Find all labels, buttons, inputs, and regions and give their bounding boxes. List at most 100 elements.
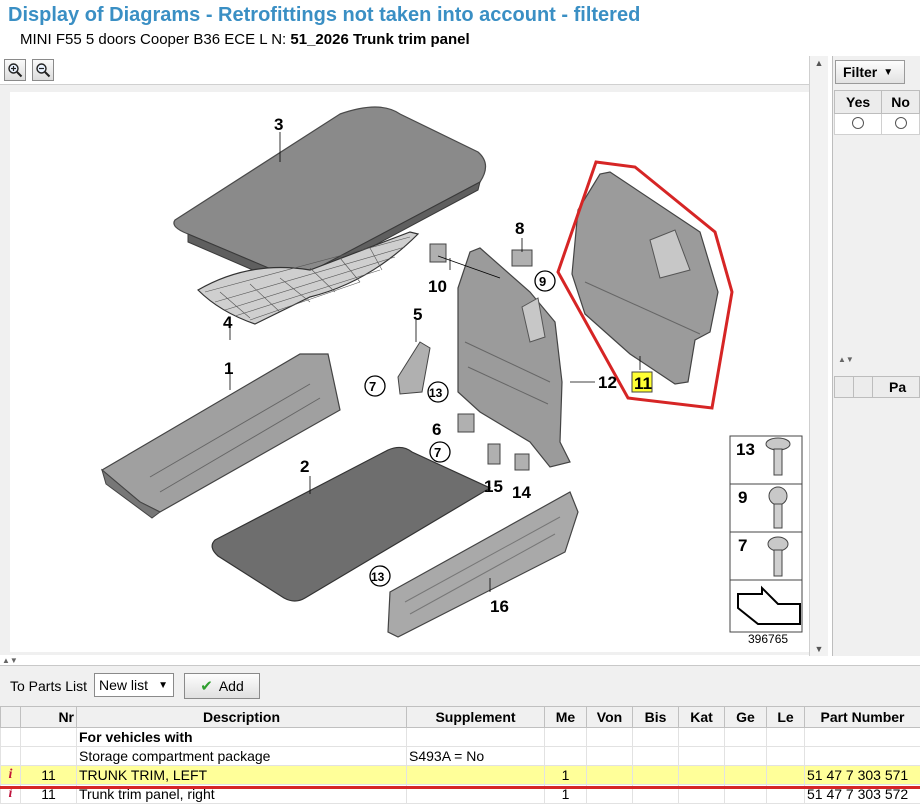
row-description: TRUNK TRIM, LEFT (76, 765, 407, 785)
parts-list-select[interactable]: New list ▼ (94, 673, 174, 697)
dropdown-arrow-icon: ▼ (158, 679, 168, 691)
col-info[interactable] (0, 706, 21, 728)
callout-8[interactable]: 8 (515, 219, 524, 238)
fastener-legend: 13 9 7 (729, 435, 803, 633)
part-11-trunk-trim-left[interactable] (556, 160, 734, 410)
add-button[interactable]: ✔ Add (184, 673, 260, 699)
circled-callout-13b[interactable]: 13 (369, 565, 391, 587)
row-supplement (406, 765, 545, 785)
circled-callout-9[interactable]: 9 (534, 270, 556, 292)
callout-15[interactable]: 15 (484, 477, 503, 496)
circled-callout-7a[interactable]: 7 (364, 375, 386, 397)
col-bis[interactable]: Bis (632, 706, 679, 728)
part-5-bracket[interactable] (397, 341, 431, 395)
diagram-name: 51_2026 Trunk trim panel (290, 31, 470, 48)
page-title: Display of Diagrams - Retrofittings not … (8, 4, 641, 26)
row-supplement: S493A = No (406, 746, 545, 766)
legend-label-7: 7 (738, 536, 747, 555)
filter-yes-radio[interactable] (852, 117, 865, 129)
part-10-clip[interactable] (429, 243, 447, 263)
action-bar: To Parts List New list ▼ ✔ Add (0, 665, 920, 708)
col-supplement[interactable]: Supplement (406, 706, 545, 728)
lower-panel-col: Pa (889, 379, 907, 395)
callout-2[interactable]: 2 (300, 457, 309, 476)
row-info (0, 746, 21, 766)
checkmark-icon: ✔ (200, 678, 213, 695)
callout-6[interactable]: 6 (432, 420, 441, 439)
callout-5[interactable]: 5 (413, 305, 422, 324)
table-row-selected[interactable]: i 11 TRUNK TRIM, LEFT 1 51 47 7 303 571 (0, 765, 920, 785)
to-parts-list-label: To Parts List (10, 678, 88, 694)
part-14-clip[interactable] (514, 453, 530, 471)
parts-table: Nr Description Supplement Me Von Bis Kat… (0, 706, 920, 804)
table-row[interactable]: For vehicles with (0, 727, 920, 747)
table-row[interactable]: Storage compartment package S493A = No (0, 746, 920, 766)
part-8-clip[interactable] (511, 249, 533, 267)
col-von[interactable]: Von (586, 706, 633, 728)
filter-col-yes: Yes (833, 90, 883, 114)
part-15-clip[interactable] (487, 443, 501, 465)
row-description: Storage compartment package (76, 746, 407, 766)
col-part-number[interactable]: Part Number (804, 706, 920, 728)
parts-list-select-value: New list (99, 677, 149, 693)
row-me (544, 746, 587, 766)
add-button-label: Add (218, 678, 244, 694)
filter-button-label: Filter (843, 64, 878, 80)
row-supplement (406, 727, 545, 747)
zoom-in-icon (8, 63, 23, 78)
lower-panel-header: Pa (834, 376, 920, 398)
diagram-canvas[interactable]: 3 4 1 2 8 10 5 12 6 15 14 16 11 9 7 13 7… (10, 92, 810, 652)
main-splitter[interactable]: ▲▼ (2, 656, 18, 665)
col-ge[interactable]: Ge (724, 706, 767, 728)
legend-label-9: 9 (738, 488, 747, 507)
row-me: 1 (544, 765, 587, 785)
col-description[interactable]: Description (76, 706, 407, 728)
row-me (544, 727, 587, 747)
callout-10[interactable]: 10 (428, 277, 447, 296)
col-le[interactable]: Le (766, 706, 805, 728)
zoom-out-icon (36, 63, 51, 78)
col-kat[interactable]: Kat (678, 706, 725, 728)
svg-text:7: 7 (369, 379, 376, 394)
panel-splitter[interactable]: ▲▼ (838, 355, 854, 364)
page-subtitle: MINI F55 5 doors Cooper B36 ECE L N: 51_… (20, 31, 470, 48)
scroll-down-icon[interactable]: ▼ (810, 644, 828, 654)
parts-table-header: Nr Description Supplement Me Von Bis Kat… (0, 706, 920, 728)
filter-table: Yes No (833, 90, 920, 135)
filter-button[interactable]: Filter ▼ (835, 60, 905, 84)
col-me[interactable]: Me (544, 706, 587, 728)
row-part-number (804, 727, 920, 747)
filter-col-no: No (881, 90, 920, 114)
zoom-out-button[interactable] (32, 59, 54, 81)
selection-underline (0, 786, 920, 789)
svg-text:7: 7 (434, 445, 441, 460)
callout-11[interactable]: 11 (634, 374, 652, 393)
callout-3[interactable]: 3 (274, 115, 283, 134)
dropdown-arrow-icon: ▼ (883, 66, 894, 78)
row-description: For vehicles with (76, 727, 407, 747)
callout-4[interactable]: 4 (223, 313, 233, 332)
row-part-number (804, 746, 920, 766)
callout-12[interactable]: 12 (598, 373, 617, 392)
callout-14[interactable]: 14 (512, 483, 531, 502)
row-nr (20, 746, 77, 766)
legend-label-13: 13 (736, 440, 755, 459)
circled-callout-13a[interactable]: 13 (427, 381, 449, 403)
diagram-image-number: 396765 (748, 632, 788, 646)
row-nr: 11 (20, 765, 77, 785)
svg-text:13: 13 (429, 386, 443, 400)
filter-no-radio[interactable] (894, 117, 907, 129)
circled-callout-7b[interactable]: 7 (429, 441, 451, 463)
scroll-up-icon[interactable]: ▲ (810, 58, 828, 68)
callout-1[interactable]: 1 (224, 359, 233, 378)
zoom-in-button[interactable] (4, 59, 26, 81)
row-info (0, 727, 21, 747)
diagram-vertical-scrollbar[interactable]: ▲ ▼ (809, 56, 828, 656)
col-nr[interactable]: Nr (20, 706, 77, 728)
row-part-number: 51 47 7 303 571 (804, 765, 920, 785)
callout-16[interactable]: 16 (490, 597, 509, 616)
part-6-clip[interactable] (457, 413, 475, 433)
svg-text:13: 13 (371, 570, 385, 584)
svg-text:9: 9 (539, 274, 546, 289)
info-icon[interactable]: i (0, 765, 21, 785)
